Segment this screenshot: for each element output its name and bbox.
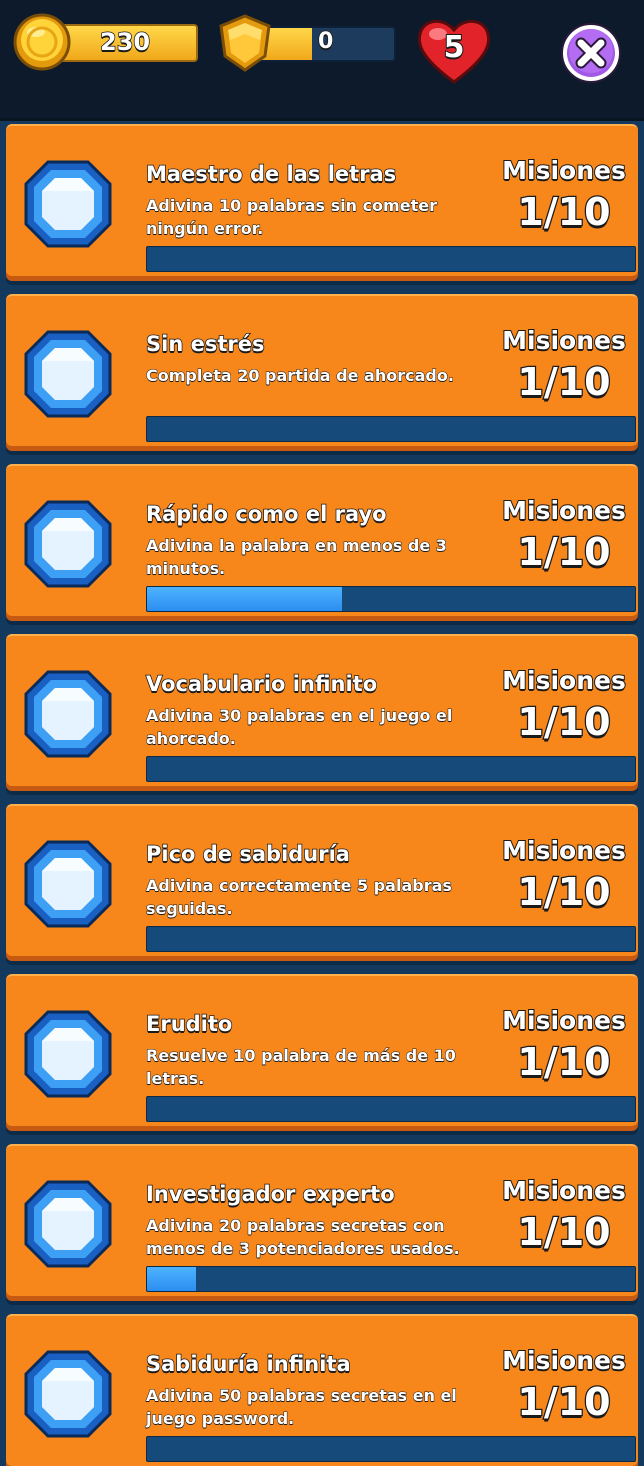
mission-description: Adivina 10 palabras sin cometer ningún e… xyxy=(146,196,438,239)
mission-title: Sin estrés xyxy=(145,331,265,357)
mission-card[interactable]: Pico de sabiduría Adivina correctamente … xyxy=(6,804,638,956)
mission-card[interactable]: Vocabulario infinito Adivina 30 palabras… xyxy=(6,634,638,786)
mission-progress-bar xyxy=(146,756,636,782)
mission-progress-label: Misiones xyxy=(501,495,627,526)
mission-card[interactable]: Investigador experto Adivina 20 palabras… xyxy=(6,1144,638,1296)
close-icon xyxy=(575,37,607,69)
mission-progress-count: 1/10 xyxy=(516,529,612,576)
mission-progress-fill xyxy=(147,587,343,611)
mission-progress-label: Misiones xyxy=(501,665,627,696)
mission-description: Resuelve 10 palabra de más de 10 letras. xyxy=(146,1046,457,1089)
mission-progress-count: 1/10 xyxy=(516,869,612,916)
mission-description: Adivina 30 palabras en el juego el ahorc… xyxy=(146,706,453,749)
mission-progress-bar xyxy=(146,926,636,952)
blue-gem-icon xyxy=(24,500,112,588)
mission-title: Maestro de las letras xyxy=(145,161,397,187)
top-bar: 230 0 5 xyxy=(0,0,644,121)
mission-progress-count: 1/10 xyxy=(516,699,612,746)
mission-card[interactable]: Sin estrés Completa 20 partida de ahorca… xyxy=(6,294,638,446)
close-button[interactable] xyxy=(560,22,622,84)
blue-gem-icon xyxy=(24,670,112,758)
blue-gem-icon xyxy=(24,330,112,418)
mission-description: Adivina correctamente 5 palabras seguida… xyxy=(146,876,453,919)
gold-shield-icon xyxy=(219,14,271,72)
mission-description: Adivina 50 palabras secretas en el juego… xyxy=(146,1386,458,1429)
mission-progress-bar xyxy=(146,586,636,612)
mission-progress-count: 1/10 xyxy=(516,359,612,406)
mission-progress-bar xyxy=(146,1096,636,1122)
blue-gem-icon xyxy=(24,1350,112,1438)
mission-card[interactable]: Rápido como el rayo Adivina la palabra e… xyxy=(6,464,638,616)
mission-progress-label: Misiones xyxy=(501,835,627,866)
mission-progress-label: Misiones xyxy=(501,155,627,186)
mission-title: Erudito xyxy=(145,1011,233,1037)
mission-progress-bar xyxy=(146,416,636,442)
mission-progress-label: Misiones xyxy=(501,1175,627,1206)
mission-progress-count: 1/10 xyxy=(516,189,612,236)
mission-progress-count: 1/10 xyxy=(516,1039,612,1086)
mission-description: Adivina la palabra en menos de 3 minutos… xyxy=(146,536,448,579)
mission-progress-fill xyxy=(147,1267,196,1291)
mission-title: Pico de sabiduría xyxy=(145,841,350,867)
coin-count: 230 xyxy=(99,27,151,57)
blue-gem-icon xyxy=(24,1180,112,1268)
mission-progress-bar xyxy=(146,246,636,272)
blue-gem-icon xyxy=(24,160,112,248)
mission-description: Adivina 20 palabras secretas con menos d… xyxy=(146,1216,461,1259)
mission-card[interactable]: Maestro de las letras Adivina 10 palabra… xyxy=(6,124,638,276)
mission-progress-label: Misiones xyxy=(501,325,627,356)
mission-progress-bar xyxy=(146,1266,636,1292)
mission-progress-count: 1/10 xyxy=(516,1209,612,1256)
lives-count: 5 xyxy=(443,29,466,66)
gold-coin-icon xyxy=(13,13,71,71)
blue-gem-icon xyxy=(24,840,112,928)
mission-card[interactable]: Erudito Resuelve 10 palabra de más de 10… xyxy=(6,974,638,1126)
mission-progress-count: 1/10 xyxy=(516,1379,612,1426)
mission-description: Completa 20 partida de ahorcado. xyxy=(146,366,455,386)
blue-gem-icon xyxy=(24,1010,112,1098)
coin-counter: 230 xyxy=(54,24,198,62)
shield-count: 0 xyxy=(317,28,334,55)
mission-title: Rápido como el rayo xyxy=(145,501,387,527)
mission-progress-label: Misiones xyxy=(501,1005,627,1036)
mission-title: Investigador experto xyxy=(145,1181,395,1207)
mission-progress-label: Misiones xyxy=(501,1345,627,1376)
mission-card[interactable]: Sabiduría infinita Adivina 50 palabras s… xyxy=(6,1314,638,1466)
mission-title: Vocabulario infinito xyxy=(145,671,378,697)
mission-title: Sabiduría infinita xyxy=(145,1351,351,1377)
